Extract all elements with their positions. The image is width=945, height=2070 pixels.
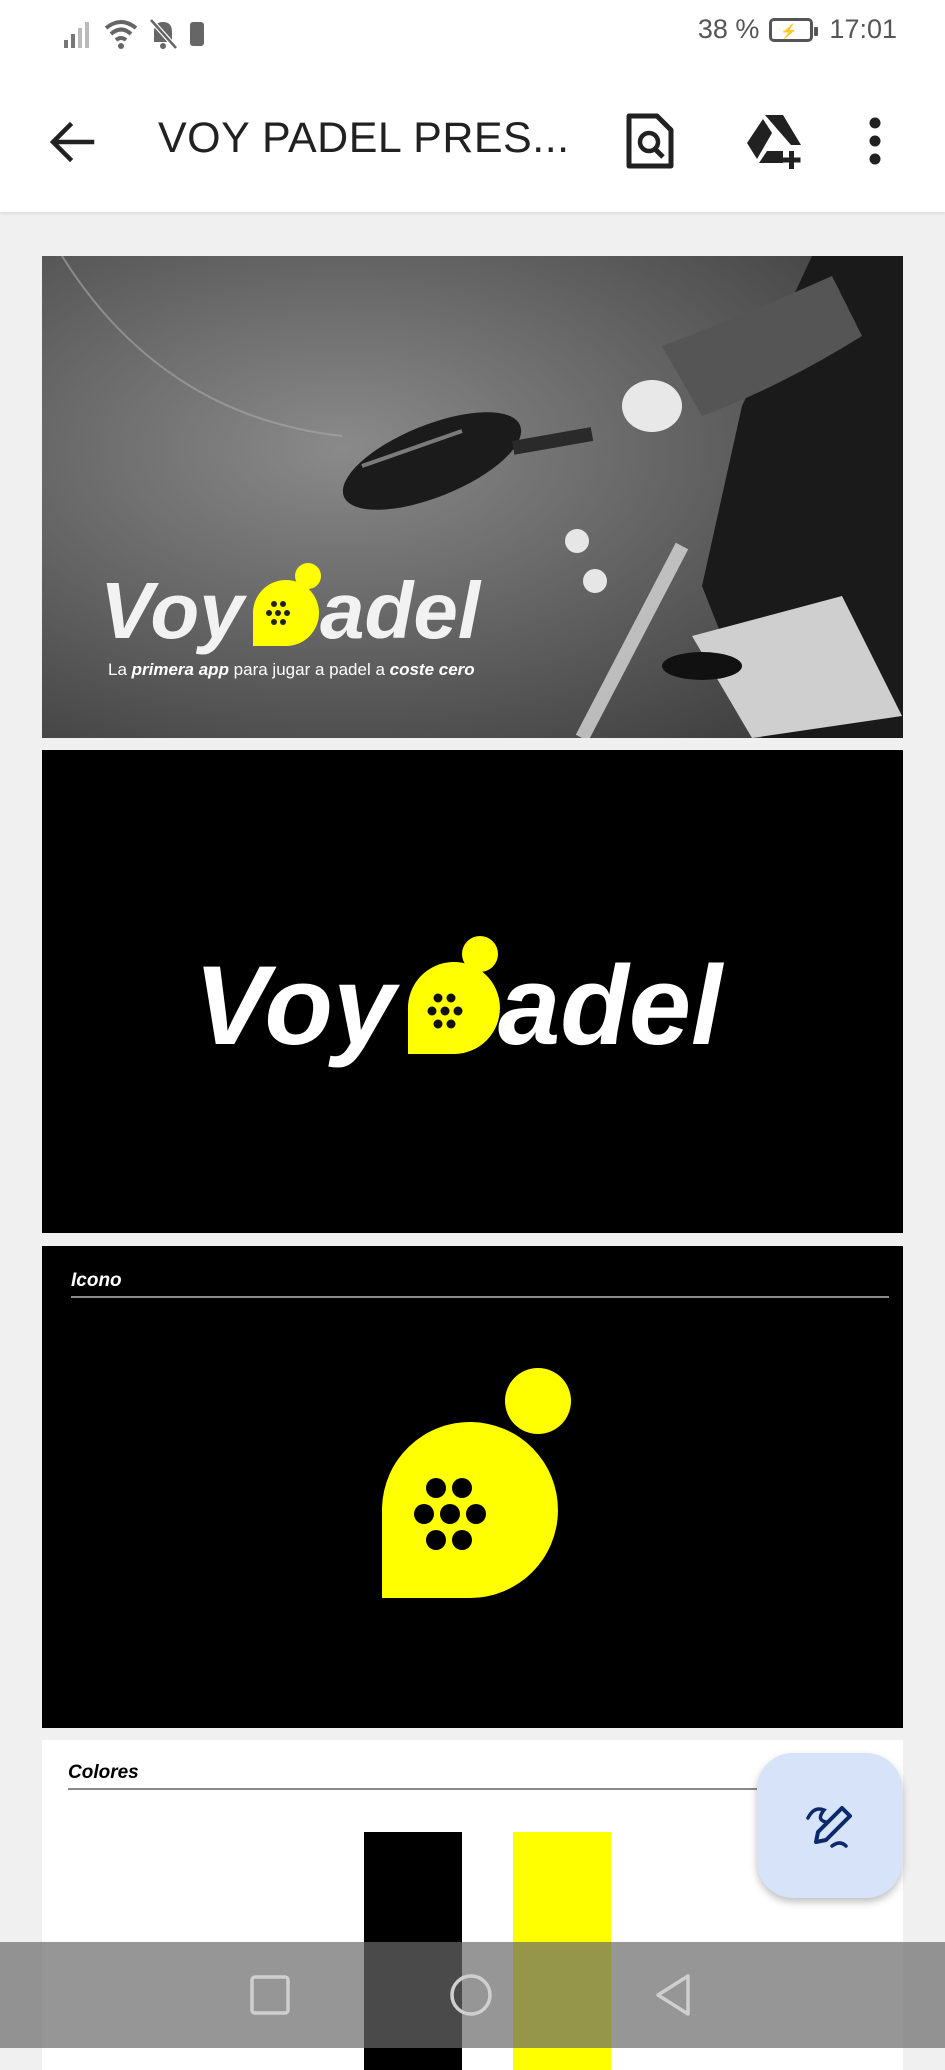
battery-percent: 38 % — [697, 14, 760, 44]
home-button[interactable] — [446, 1970, 496, 2020]
document-title: VOY PADEL PRES... — [158, 114, 570, 162]
cover-tagline: La primera app para jugar a padel a cost… — [108, 660, 475, 679]
svg-text:adel: adel — [320, 566, 482, 655]
bell-off-icon — [149, 18, 178, 50]
nav-back-button[interactable] — [648, 1970, 698, 2020]
slide-icon: Icono — [42, 1246, 903, 1728]
edit-fab[interactable] — [757, 1753, 902, 1898]
svg-text:Voy: Voy — [100, 566, 247, 655]
voypadel-logo: Voy adel — [194, 936, 725, 1068]
voypadel-ball-icon — [382, 1368, 571, 1598]
clock: 17:01 — [829, 14, 897, 44]
status-icons-right: 38 % ⚡ 17:01 — [698, 14, 897, 45]
status-icons-left — [62, 14, 206, 54]
section-label-icon: Icono — [71, 1270, 122, 1291]
more-vert-icon — [869, 117, 881, 165]
slide-logo: Voy adel — [42, 750, 903, 1233]
app-bar: VOY PADEL PRES... — [0, 66, 945, 212]
sd-card-icon — [190, 22, 204, 46]
recents-icon — [250, 1975, 290, 2015]
find-in-document-button[interactable] — [615, 106, 685, 176]
slide-cover: Voy adel La primera app para jugar a pad… — [42, 256, 903, 738]
recents-button[interactable] — [245, 1970, 295, 2020]
back-triangle-icon — [656, 1974, 690, 2016]
status-bar: 38 % ⚡ 17:01 — [0, 0, 945, 66]
more-options-button[interactable] — [853, 106, 897, 176]
section-divider — [71, 1296, 889, 1298]
battery-charging-icon: ⚡ — [769, 17, 819, 42]
voypadel-logo-cover: Voy adel — [100, 563, 482, 655]
home-icon — [450, 1974, 492, 2016]
section-label-colors: Colores — [68, 1762, 139, 1783]
edit-pen-icon — [805, 1805, 852, 1848]
add-to-drive-button[interactable] — [742, 106, 812, 176]
back-arrow-icon — [49, 121, 95, 163]
find-in-document-icon — [626, 113, 674, 169]
back-button[interactable] — [44, 114, 100, 170]
svg-text:adel: adel — [498, 943, 725, 1068]
add-to-drive-icon — [747, 115, 801, 169]
signal-icon — [64, 22, 89, 48]
navigation-bar — [0, 1942, 945, 2048]
svg-text:Voy: Voy — [194, 943, 400, 1068]
wifi-icon — [104, 20, 138, 49]
